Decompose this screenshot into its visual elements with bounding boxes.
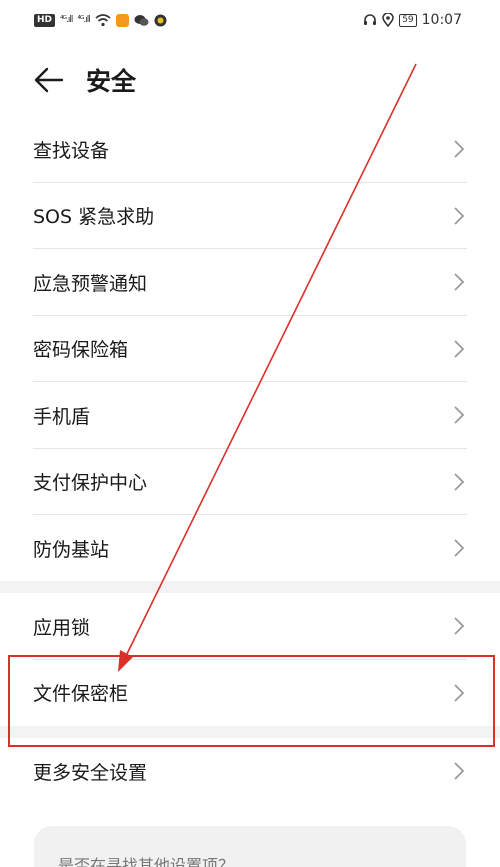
row-app-lock[interactable]: 应用锁 — [0, 593, 500, 660]
signal-icon-1: ⁴ᴳ.ıll — [60, 15, 73, 25]
signal-icon-2: ⁴ᴳ.ıll — [77, 15, 90, 25]
chevron-right-icon — [454, 539, 465, 557]
settings-group-3: 更多安全设置 — [0, 738, 500, 805]
row-label: 更多安全设置 — [33, 761, 148, 784]
chevron-right-icon — [454, 684, 465, 702]
row-label: 支付保护中心 — [33, 472, 148, 495]
row-sos[interactable]: SOS 紧急求助 — [0, 183, 500, 250]
chevron-right-icon — [454, 273, 465, 291]
chevron-right-icon — [454, 207, 465, 225]
battery-icon: 59 — [399, 13, 417, 27]
row-payment-protection[interactable]: 支付保护中心 — [0, 449, 500, 516]
section-divider — [0, 726, 500, 738]
hd-indicator: HD — [34, 13, 56, 27]
row-emergency-alert[interactable]: 应急预警通知 — [0, 249, 500, 316]
chevron-right-icon — [454, 617, 465, 635]
settings-group-1: 查找设备 SOS 紧急求助 应急预警通知 密码保险箱 手机盾 支付保护中心 防伪… — [0, 116, 500, 582]
row-label: 查找设备 — [33, 139, 110, 162]
chevron-right-icon — [454, 406, 465, 424]
row-find-device[interactable]: 查找设备 — [0, 116, 500, 183]
row-phone-shield[interactable]: 手机盾 — [0, 382, 500, 449]
status-right: 59 10:07 — [363, 12, 462, 28]
search-suggestion-text: 是否在寻找其他设置项？ — [58, 856, 235, 867]
row-label: 防伪基站 — [33, 538, 110, 561]
row-label: SOS 紧急求助 — [33, 206, 155, 229]
wifi-icon — [95, 13, 111, 26]
section-divider — [0, 581, 500, 593]
chevron-right-icon — [454, 140, 465, 158]
status-bar: HD ⁴ᴳ.ıll ⁴ᴳ.ıll 59 10:07 — [0, 0, 500, 40]
row-file-safe[interactable]: 文件保密柜 — [0, 660, 500, 727]
clock: 10:07 — [421, 12, 462, 28]
row-label: 密码保险箱 — [33, 339, 129, 362]
row-password-vault[interactable]: 密码保险箱 — [0, 316, 500, 383]
row-label: 应用锁 — [33, 616, 91, 639]
chevron-right-icon — [454, 340, 465, 358]
location-icon — [382, 13, 394, 27]
row-fake-base-station[interactable]: 防伪基站 — [0, 515, 500, 582]
row-more-security[interactable]: 更多安全设置 — [0, 738, 500, 805]
row-label: 应急预警通知 — [33, 272, 148, 295]
settings-group-2: 应用锁 文件保密柜 — [0, 593, 500, 726]
wechat-icon — [134, 14, 149, 26]
row-label: 手机盾 — [33, 405, 91, 428]
app-notification-icon — [115, 13, 129, 27]
search-suggestion-card[interactable]: 是否在寻找其他设置项？ — [34, 826, 466, 867]
page-title: 安全 — [86, 67, 137, 96]
chevron-right-icon — [454, 473, 465, 491]
header: 安全 — [0, 52, 500, 108]
app-badge-icon — [154, 14, 167, 26]
back-arrow-icon[interactable] — [32, 63, 66, 97]
chevron-right-icon — [454, 762, 465, 780]
row-label: 文件保密柜 — [33, 683, 129, 706]
headset-icon — [364, 14, 377, 25]
status-left: HD ⁴ᴳ.ıll ⁴ᴳ.ıll — [34, 13, 167, 27]
